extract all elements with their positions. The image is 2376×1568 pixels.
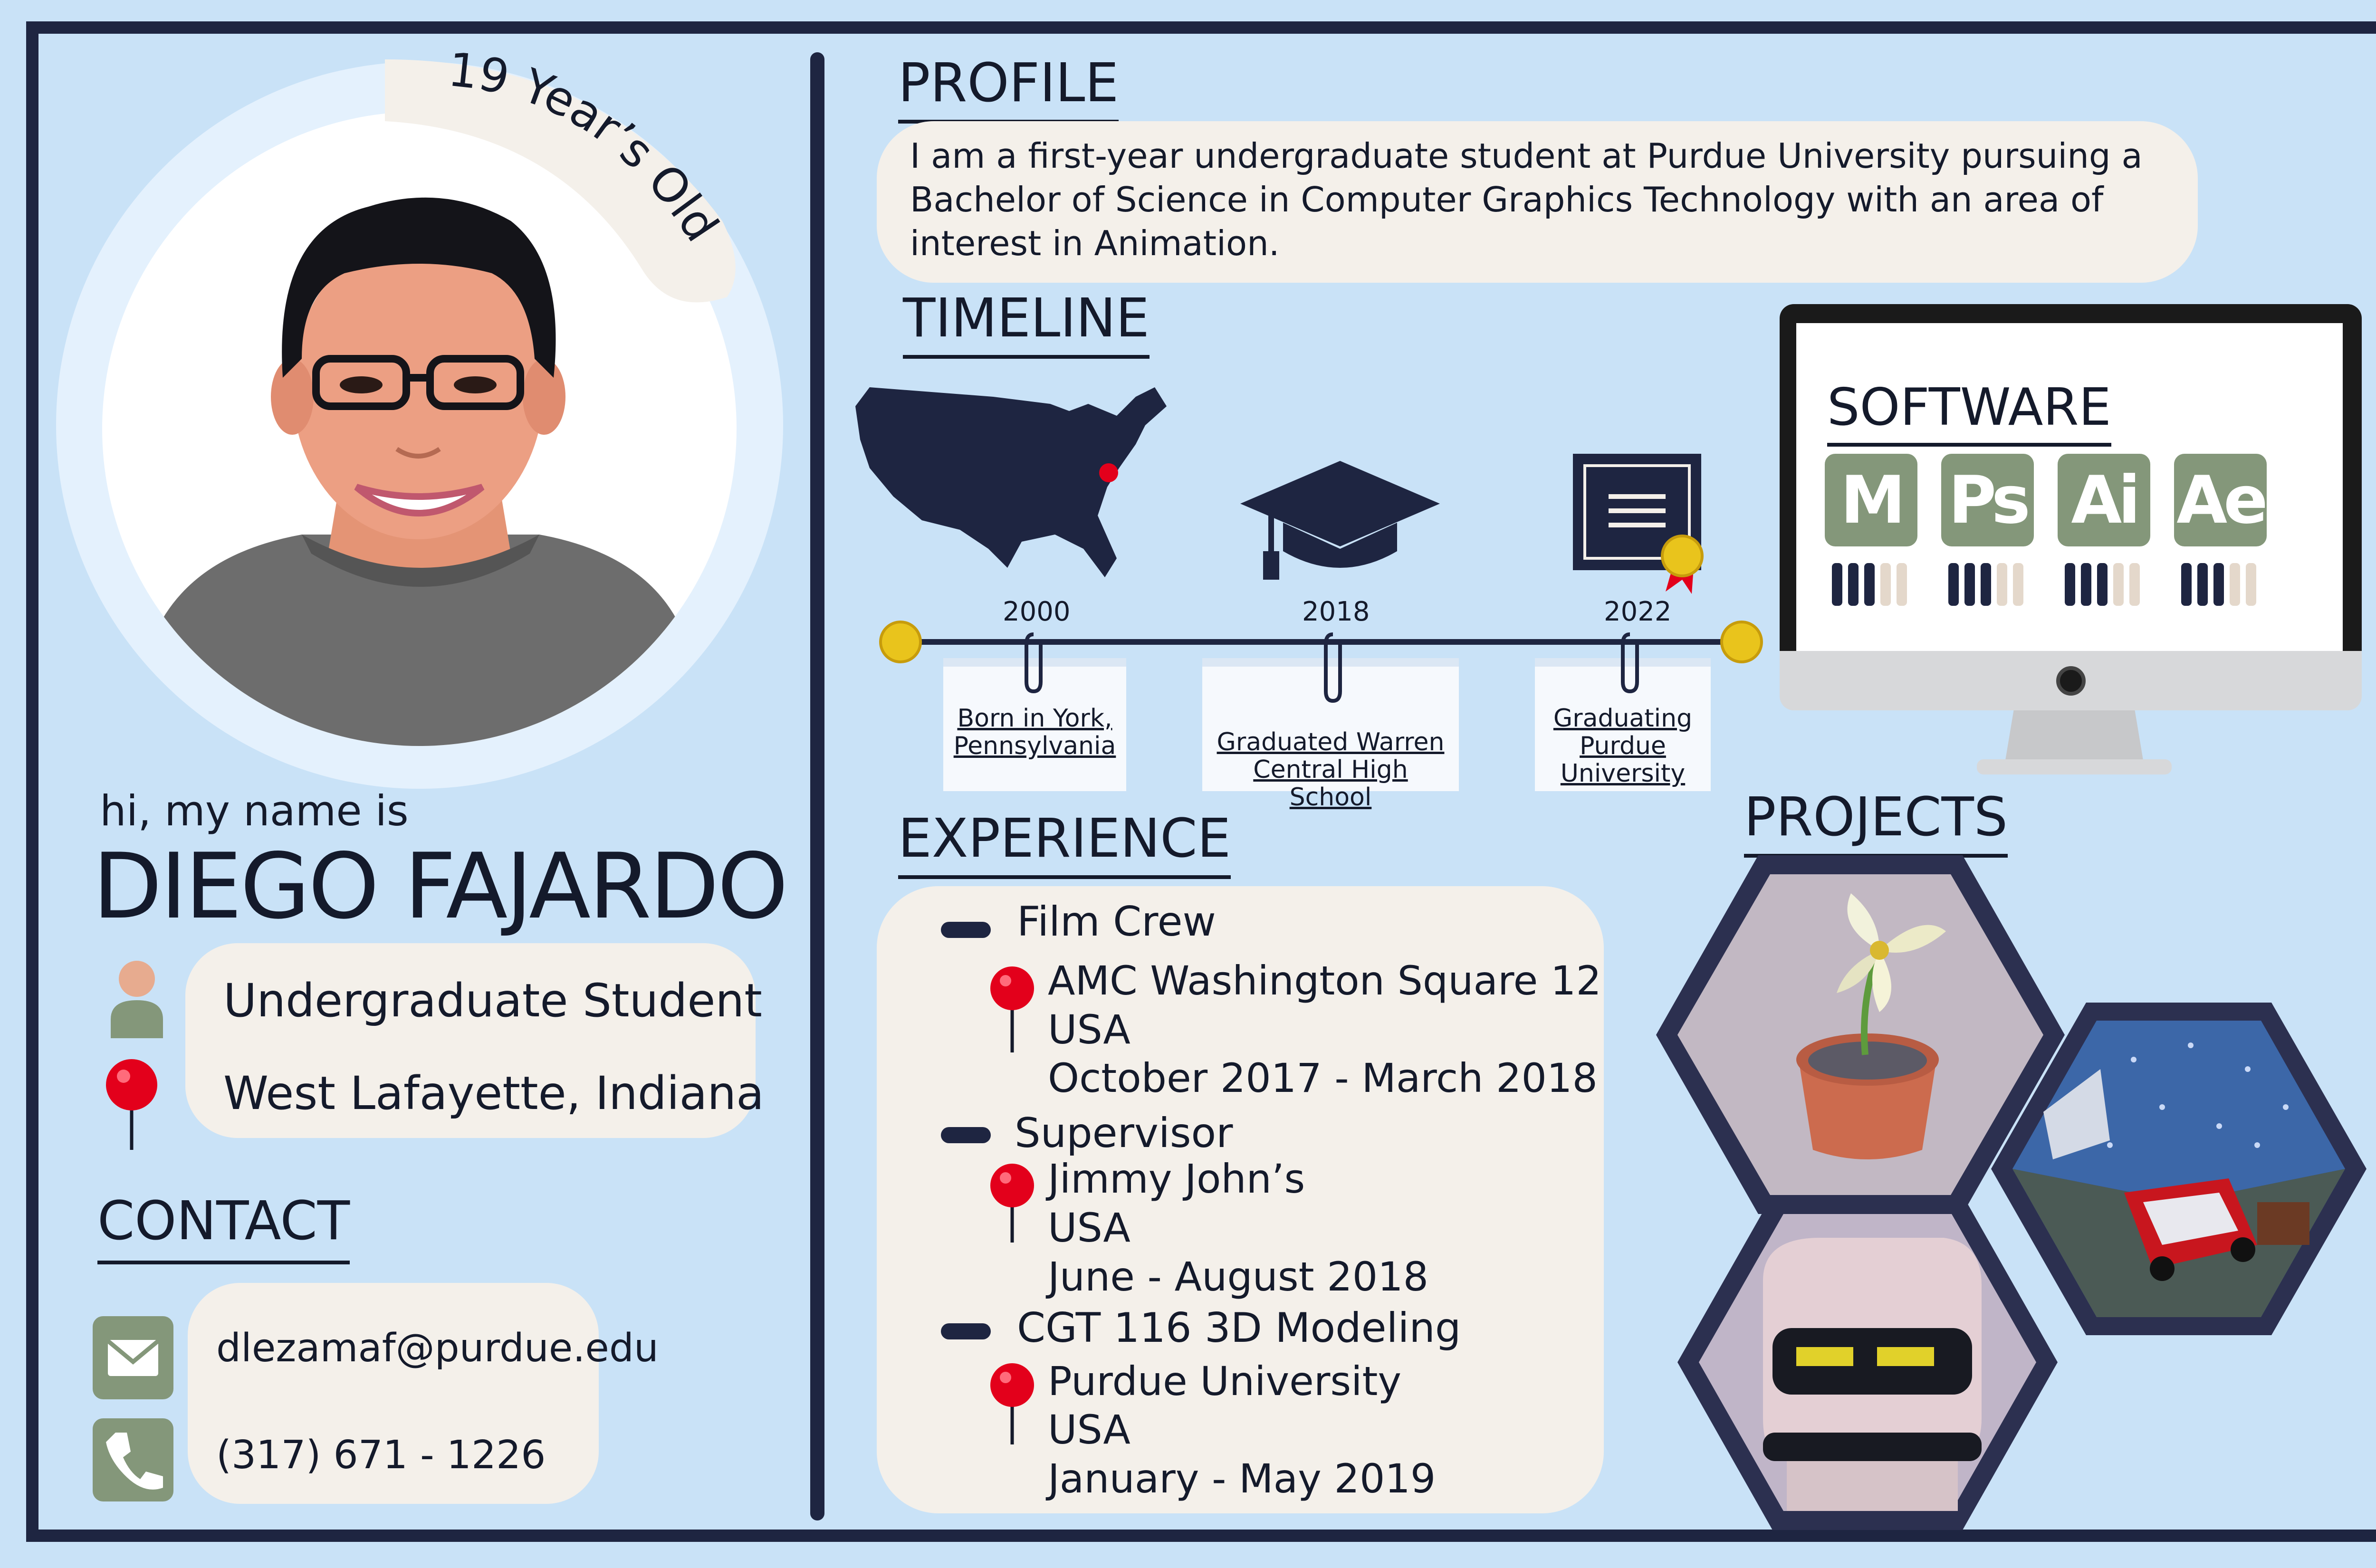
experience-role: Supervisor [1015,1109,1233,1157]
experience-role: Film Crew [1017,898,1216,946]
profile-text: I am a first-year undergraduate student … [910,136,2143,263]
projects-heading: PROJECTS [1744,786,2008,858]
experience-country: USA [1048,1205,1131,1251]
experience-place: Purdue University [1048,1358,1402,1405]
software-heading: SOFTWARE [1827,378,2111,447]
project-robot-render[interactable] [1677,1195,2058,1530]
skill-bar-segment [2246,563,2256,606]
experience-heading: EXPERIENCE [898,808,1231,879]
skill-bar-segment [1997,563,2007,606]
skill-bar-segment [2129,563,2140,606]
skill-bar-segment [1864,563,1875,606]
skill-bar-segment [2081,563,2091,606]
job-title: Undergraduate Student [223,974,762,1027]
webcam-icon [2056,666,2086,696]
profile-heading: PROFILE [898,52,1119,124]
skill-bar-segment [1964,563,1975,606]
skill-bar-segment [2065,563,2075,606]
location-pin-icon [990,966,1034,1052]
timeline-year: 2018 [1302,596,1370,627]
phone-icon [93,1418,173,1501]
paperclip-icon [1621,632,1639,694]
timeline-heading: TIMELINE [903,287,1150,359]
full-name: DIEGO FAJARDO [93,834,788,939]
skill-bar-segment [2230,563,2240,606]
skill-bar-segment [2213,563,2224,606]
paperclip-icon [1025,632,1043,694]
experience-country: USA [1048,1406,1131,1453]
skill-bar-segment [1848,563,1859,606]
diploma-icon [1573,454,1704,594]
experience-dates: January - May 2019 [1048,1455,1436,1502]
skill-bar-segment [1897,563,1907,606]
experience-place: Jimmy John’s [1048,1156,1305,1202]
monitor-stand [1977,703,2172,774]
usa-map-icon [855,387,1167,577]
skill-bar-segment [2097,563,2108,606]
experience-role: CGT 116 3D Modeling [1017,1304,1461,1352]
email-text[interactable]: dlezamaf@purdue.edu [216,1326,659,1371]
experience-dates: October 2017 - March 2018 [1048,1055,1598,1101]
skill-bar-segment [1948,563,1959,606]
skill-bar-segment [2197,563,2208,606]
maya-icon: M [1825,454,1917,546]
timeline-year: 2022 [1604,596,1672,627]
experience-bullet [941,1323,991,1339]
after-effects-icon: Ae [2174,454,2268,546]
photoshop-icon: Ps [1941,454,2034,546]
timeline-year: 2000 [1003,596,1071,627]
timeline-end-dot [1720,621,1763,663]
skill-bar-segment [2013,563,2023,606]
experience-place: AMC Washington Square 12 [1048,957,1601,1004]
location-pin-icon [106,1059,157,1150]
location-pin-icon [990,1363,1034,1444]
greeting: hi, my name is [100,786,409,835]
skill-bar-segment [1880,563,1891,606]
skill-bar-segment [1981,563,1991,606]
paperclip-icon [1324,632,1342,703]
contact-heading: CONTACT [97,1190,350,1264]
location-text: West Lafayette, Indiana [223,1067,764,1120]
skill-bar-segment [1832,563,1842,606]
age-tag: 19 Year’s Old [385,50,736,303]
location-pin-icon [990,1164,1034,1243]
graduation-cap-icon [1240,461,1440,580]
email-icon [93,1316,173,1399]
skill-bar-segment [2113,563,2124,606]
experience-dates: June - August 2018 [1048,1253,1429,1300]
phone-text[interactable]: (317) 671 - 1226 [216,1433,546,1478]
experience-bullet [941,922,991,938]
skill-bar-segment [2181,563,2192,606]
person-icon [111,961,163,1038]
timeline-start-dot [879,621,922,663]
illustrator-icon: Ai [2058,454,2150,546]
column-divider [810,52,824,1520]
experience-country: USA [1048,1006,1131,1053]
experience-bullet [941,1127,991,1143]
